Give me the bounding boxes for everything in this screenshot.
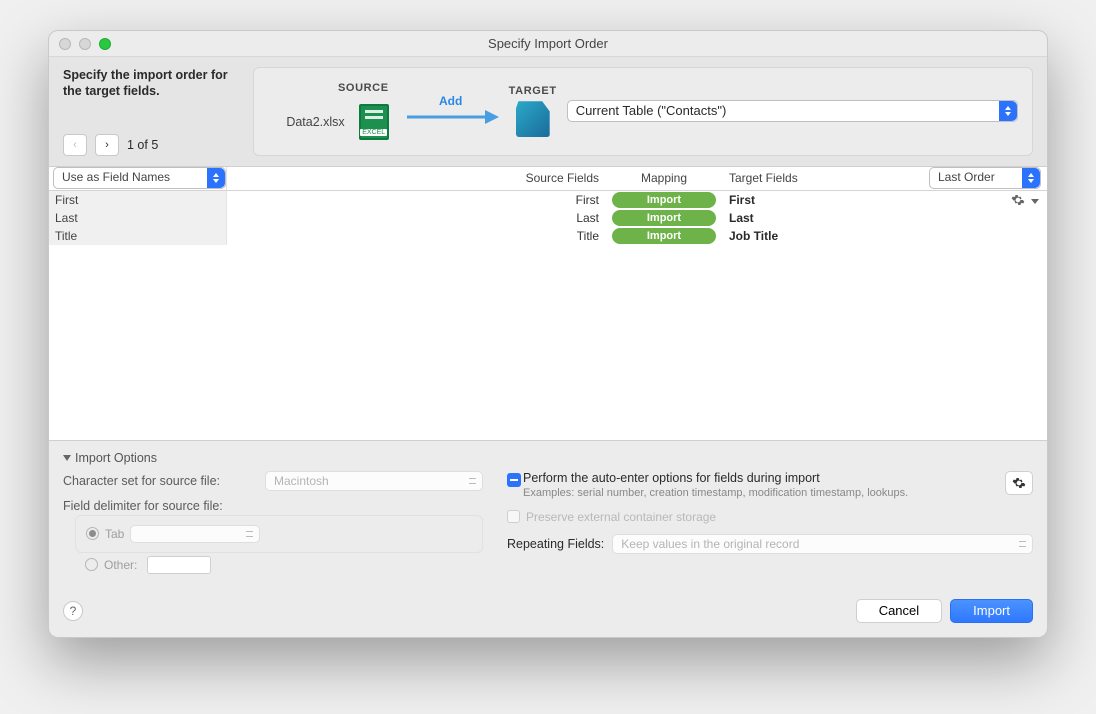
charset-label: Character set for source file: <box>63 474 259 488</box>
minimize-icon[interactable] <box>79 38 91 50</box>
instruction-text: Specify the import order for the target … <box>63 67 233 100</box>
column-target: Target Fields <box>719 167 929 190</box>
arrow-icon <box>403 106 499 128</box>
target-label: TARGET <box>509 85 557 97</box>
source-stub: Title <box>49 227 227 245</box>
target-field[interactable]: Last <box>719 211 929 225</box>
import-options-disclosure[interactable]: Import Options <box>63 451 1033 465</box>
titlebar: Specify Import Order <box>49 31 1047 57</box>
target-order-select[interactable]: Last Order <box>929 167 1041 189</box>
delimiter-tab-label: Tab <box>105 527 124 541</box>
page-indicator: 1 of 5 <box>127 138 158 152</box>
auto-enter-label: Perform the auto-enter options for field… <box>523 471 908 485</box>
preserve-storage-label: Preserve external container storage <box>526 510 716 524</box>
mapping-pill[interactable]: Import <box>612 228 716 244</box>
source-label: SOURCE <box>338 82 389 94</box>
import-options: Import Options Character set for source … <box>49 441 1047 587</box>
first-row-usage-select[interactable]: Use as Field Names <box>53 167 226 189</box>
target-table-select[interactable]: Current Table ("Contacts") <box>567 100 1018 122</box>
source-target-panel: SOURCE Data2.xlsx EXCEL Add TARGET <box>253 67 1033 156</box>
mapping-row[interactable]: FirstFirstImportFirst <box>49 191 1047 209</box>
charset-select: Macintosh <box>265 471 483 491</box>
auto-enter-checkbox[interactable] <box>507 473 521 487</box>
delimiter-label: Field delimiter for source file: <box>63 499 259 513</box>
preserve-storage-checkbox <box>507 510 520 523</box>
repeating-fields-label: Repeating Fields: <box>507 537 604 551</box>
first-row-usage-value: Use as Field Names <box>62 170 170 184</box>
mapping-pill[interactable]: Import <box>612 192 716 208</box>
footer: ? Cancel Import <box>49 587 1047 637</box>
source-field: Last <box>227 211 609 225</box>
field-mapping-grid[interactable]: FirstFirstImportFirstLastLastImportLastT… <box>49 191 1047 441</box>
charset-value: Macintosh <box>274 474 329 488</box>
column-headers: Use as Field Names Source Fields Mapping… <box>49 167 1047 191</box>
target-table-value: Current Table ("Contacts") <box>576 103 727 118</box>
target-field[interactable]: First <box>719 193 929 207</box>
auto-enter-examples: Examples: serial number, creation timest… <box>523 487 908 500</box>
source-field: First <box>227 193 609 207</box>
delimiter-other-radio <box>85 558 98 571</box>
dialog-window: Specify Import Order Specify the import … <box>48 30 1048 638</box>
source-field: Title <box>227 229 609 243</box>
source-file-name: Data2.xlsx <box>286 115 344 129</box>
auto-enter-settings-button[interactable] <box>1005 471 1033 495</box>
source-stub: Last <box>49 209 227 227</box>
gear-icon[interactable] <box>1011 193 1025 207</box>
next-page-button[interactable]: › <box>95 134 119 156</box>
import-button[interactable]: Import <box>950 599 1033 623</box>
delimiter-group: Tab <box>75 515 483 553</box>
column-mapping: Mapping <box>609 167 719 190</box>
zoom-icon[interactable] <box>99 38 111 50</box>
target-order-value: Last Order <box>938 170 995 184</box>
mapping-row[interactable]: TitleTitleImportJob Title <box>49 227 1047 245</box>
close-icon[interactable] <box>59 38 71 50</box>
delimiter-tab-radio <box>86 527 99 540</box>
filemaker-icon <box>516 101 550 137</box>
cancel-button[interactable]: Cancel <box>856 599 942 623</box>
repeating-fields-select: Keep values in the original record <box>612 534 1033 554</box>
prev-page-button[interactable]: ‹ <box>63 134 87 156</box>
column-source: Source Fields <box>227 167 609 190</box>
excel-icon: EXCEL <box>359 104 389 140</box>
target-field[interactable]: Job Title <box>719 229 929 243</box>
delimiter-other-label: Other: <box>104 558 137 572</box>
row-actions <box>929 193 1047 207</box>
delimiter-other-input <box>147 556 211 574</box>
source-stub: First <box>49 191 227 209</box>
header: Specify the import order for the target … <box>49 57 1047 167</box>
chevron-down-icon[interactable] <box>1031 193 1039 207</box>
help-button[interactable]: ? <box>63 601 83 621</box>
mapping-row[interactable]: LastLastImportLast <box>49 209 1047 227</box>
import-options-label: Import Options <box>75 451 157 465</box>
delimiter-other-group: Other: <box>75 553 483 583</box>
window-title: Specify Import Order <box>488 36 608 51</box>
repeating-fields-value: Keep values in the original record <box>621 537 799 551</box>
mapping-pill[interactable]: Import <box>612 210 716 226</box>
